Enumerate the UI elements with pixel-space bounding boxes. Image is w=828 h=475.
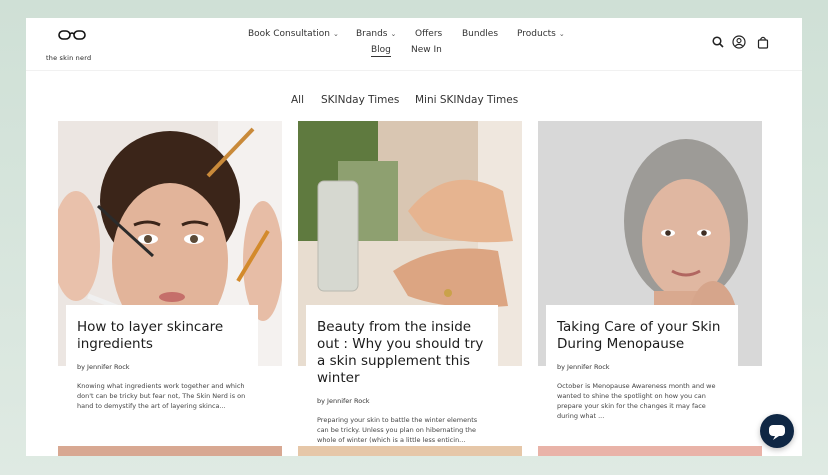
chevron-down-icon: ⌄ <box>390 30 397 38</box>
next-card-image[interactable] <box>58 446 282 456</box>
nav-products[interactable]: Products ⌄ <box>517 29 565 39</box>
card-title[interactable]: Beauty from the inside out : Why you sho… <box>317 319 487 387</box>
blog-card[interactable]: How to layer skincare ingredients by Jen… <box>58 121 282 456</box>
next-card-image[interactable] <box>538 446 762 456</box>
card-author: by Jennifer Rock <box>317 397 370 405</box>
card-content: Beauty from the inside out : Why you sho… <box>306 305 498 456</box>
filter-all[interactable]: All <box>291 94 304 106</box>
page-frame: the skin nerd Book Consultation ⌄ Brands ⌄… <box>26 18 802 456</box>
nav-book-consultation[interactable]: Book Consultation ⌄ <box>248 29 339 39</box>
chat-button[interactable] <box>760 414 794 448</box>
card-content: Taking Care of your Skin During Menopaus… <box>546 305 738 456</box>
blog-card[interactable]: Beauty from the inside out : Why you sho… <box>298 121 522 456</box>
nav-new-in[interactable]: New In <box>411 45 442 55</box>
chevron-down-icon: ⌄ <box>558 30 565 38</box>
card-excerpt: Preparing your skin to battle the winter… <box>317 416 478 444</box>
blog-card[interactable]: Taking Care of your Skin During Menopaus… <box>538 121 762 456</box>
card-excerpt: October is Menopause Awareness month and… <box>557 382 716 420</box>
card-content: How to layer skincare ingredients by Jen… <box>66 305 258 456</box>
site-header: the skin nerd Book Consultation ⌄ Brands ⌄… <box>26 18 802 71</box>
nav-label: Products <box>517 29 556 39</box>
nav-offers[interactable]: Offers <box>415 29 442 39</box>
nav-bundles[interactable]: Bundles <box>462 29 498 39</box>
cart-icon[interactable] <box>756 34 770 49</box>
search-icon[interactable] <box>711 34 725 48</box>
chevron-down-icon: ⌄ <box>332 30 339 38</box>
filter-mini-skinday-times[interactable]: Mini SKINday Times <box>415 94 518 106</box>
nav-blog[interactable]: Blog <box>371 45 391 57</box>
card-author: by Jennifer Rock <box>557 363 610 371</box>
brand-logo[interactable]: the skin nerd <box>44 28 104 62</box>
card-author: by Jennifer Rock <box>77 363 130 371</box>
card-title[interactable]: Taking Care of your Skin During Menopaus… <box>557 319 727 353</box>
account-icon[interactable] <box>732 34 746 49</box>
nav-label: Book Consultation <box>248 29 330 39</box>
card-title[interactable]: How to layer skincare ingredients <box>77 319 247 353</box>
card-excerpt: Knowing what ingredients work together a… <box>77 382 246 410</box>
next-card-image[interactable] <box>298 446 522 456</box>
chat-icon <box>769 425 785 440</box>
blog-filters: All SKINday Times Mini SKINday Times <box>26 94 802 110</box>
brand-name: the skin nerd <box>46 54 92 62</box>
filter-skinday-times[interactable]: SKINday Times <box>321 94 399 106</box>
glasses-icon <box>58 30 86 40</box>
nav-brands[interactable]: Brands ⌄ <box>356 29 396 39</box>
nav-label: Brands <box>356 29 388 39</box>
